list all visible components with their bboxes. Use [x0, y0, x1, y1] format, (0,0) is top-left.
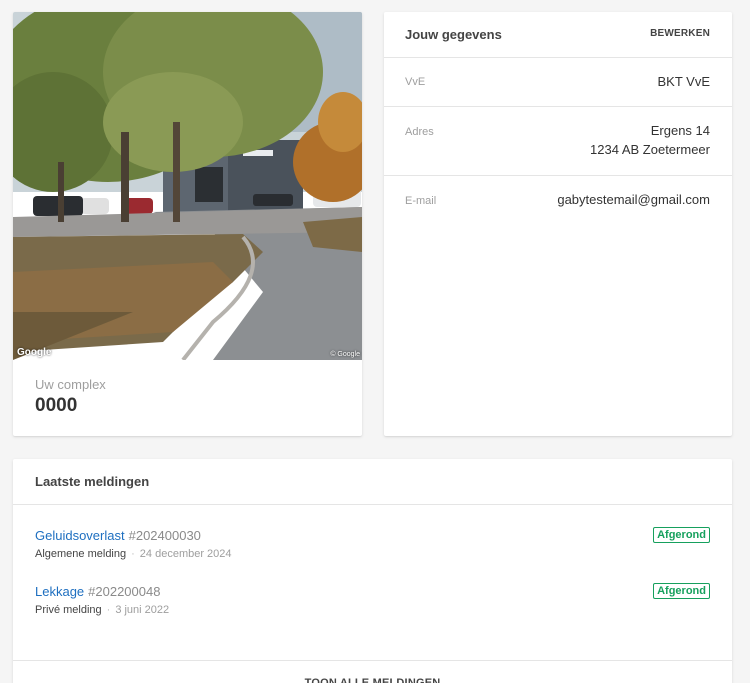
melding-meta: Privé melding · 3 juni 2022	[35, 604, 169, 616]
complex-label: Uw complex	[35, 377, 106, 392]
melding-date: 3 juni 2022	[115, 604, 170, 616]
status-badge: Afgerond	[653, 527, 710, 543]
google-copyright: © Google	[330, 351, 360, 358]
melding-title-line: Lekkage #202200048	[35, 584, 160, 599]
email-value: gabytestemail@gmail.com	[557, 192, 710, 207]
google-watermark: Google	[17, 347, 52, 358]
melding-link[interactable]: Lekkage	[35, 584, 84, 599]
melding-item: Geluidsoverlast #202400030 Algemene meldi…	[35, 527, 710, 568]
detail-row-vve: VvE BKT VvE	[384, 58, 732, 107]
detail-row-email: E-mail gabytestemail@gmail.com	[384, 176, 732, 226]
adres-label: Adres	[405, 126, 434, 138]
melding-separator: ·	[131, 548, 135, 560]
edit-button[interactable]: BEWERKEN	[650, 28, 710, 39]
adres-street: Ergens 14	[650, 123, 710, 138]
detail-row-adres: Adres Ergens 14 1234 AB Zoetermeer	[384, 107, 732, 176]
meldingen-card: Laatste meldingen Geluidsoverlast #202400…	[13, 459, 732, 683]
adres-city: 1234 AB Zoetermeer	[590, 142, 710, 157]
melding-meta: Algemene melding · 24 december 2024	[35, 548, 232, 560]
melding-item: Lekkage #202200048 Privé melding · 3 juni 2…	[35, 583, 710, 624]
adres-value: Ergens 14 1234 AB Zoetermeer	[590, 121, 710, 159]
melding-title-line: Geluidsoverlast #202400030	[35, 528, 201, 543]
details-card: Jouw gegevens BEWERKEN VvE BKT VvE Adres…	[384, 12, 732, 436]
melding-separator: ·	[106, 604, 111, 616]
complex-card: Google © Google Uw complex 0000	[13, 12, 362, 436]
details-title: Jouw gegevens	[405, 27, 502, 42]
details-header: Jouw gegevens BEWERKEN	[384, 12, 732, 58]
melding-type: Privé melding	[35, 604, 102, 616]
complex-number: 0000	[35, 395, 78, 416]
email-label: E-mail	[405, 195, 437, 207]
show-all-meldingen-button[interactable]: TOON ALLE MELDINGEN	[13, 660, 732, 683]
melding-date: 24 december 2024	[139, 548, 232, 560]
meldingen-title: Laatste meldingen	[35, 474, 150, 489]
melding-number: #202400030	[128, 528, 201, 543]
melding-number: #202200048	[88, 584, 161, 599]
complex-street-photo: Google © Google	[13, 12, 362, 360]
melding-type: Algemene melding	[35, 548, 127, 560]
melding-link[interactable]: Geluidsoverlast	[35, 528, 125, 543]
vve-label: VvE	[405, 76, 426, 88]
meldingen-header: Laatste meldingen	[13, 459, 732, 505]
status-badge: Afgerond	[653, 583, 710, 599]
vve-value: BKT VvE	[657, 74, 710, 89]
